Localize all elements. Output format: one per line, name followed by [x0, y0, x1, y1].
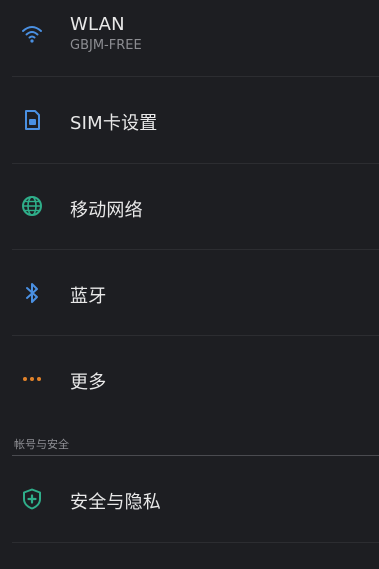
settings-item-bluetooth[interactable]: 蓝牙 [0, 250, 379, 335]
wlan-title: WLAN [70, 14, 125, 35]
globe-icon [22, 196, 42, 216]
settings-item-more[interactable]: 更多 [0, 336, 379, 421]
settings-item-wlan[interactable]: WLAN GBJM-FREE [0, 0, 379, 76]
settings-item-security-privacy[interactable]: 安全与隐私 [0, 456, 379, 542]
sim-settings-title: SIM卡设置 [70, 113, 158, 134]
shield-icon [23, 488, 41, 510]
divider [12, 542, 379, 543]
mobile-network-title: 移动网络 [70, 200, 143, 221]
more-dots-icon [23, 377, 41, 381]
wlan-network-name: GBJM-FREE [70, 38, 142, 53]
more-title: 更多 [70, 372, 107, 393]
settings-item-sim[interactable]: SIM卡设置 [0, 77, 379, 163]
bluetooth-icon [26, 283, 38, 303]
section-header-account-security: 帐号与安全 [14, 438, 69, 451]
wifi-icon [22, 26, 42, 43]
settings-item-mobile-network[interactable]: 移动网络 [0, 164, 379, 249]
security-privacy-title: 安全与隐私 [70, 492, 161, 513]
sim-card-icon [25, 110, 40, 130]
bluetooth-title: 蓝牙 [70, 286, 107, 307]
